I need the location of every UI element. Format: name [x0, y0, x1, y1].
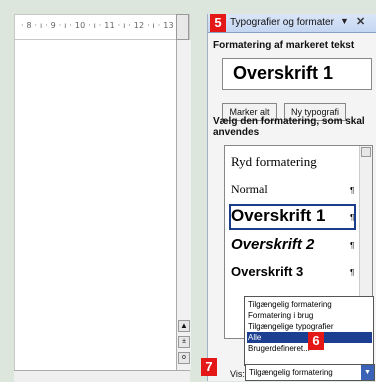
show-label: Vis: — [230, 369, 245, 379]
current-format-text: Overskrift 1 — [233, 63, 334, 83]
app-window: · 8 · ı · 9 · ı · 10 · ı · 11 · ı · 12 ·… — [0, 0, 376, 382]
list-scroll-up-icon[interactable] — [361, 147, 371, 157]
apply-format-heading: Vælg den formatering, som skal — [213, 116, 365, 127]
style-item-heading3[interactable]: Overskrift 3 — [231, 264, 303, 279]
chevron-down-icon[interactable]: ▼ — [361, 365, 374, 380]
callout-badge-5: 5 — [210, 14, 226, 32]
style-item-heading2[interactable]: Overskrift 2 — [231, 236, 314, 253]
prev-page-icon[interactable]: ± — [178, 336, 190, 348]
pane-menu-chevron-icon[interactable]: ▼ — [340, 16, 349, 26]
close-icon[interactable]: ✕ — [356, 15, 365, 28]
show-options-dropdown[interactable]: Tilgængelig formatering Formatering i br… — [244, 296, 374, 366]
browse-object-icon[interactable]: o — [178, 352, 190, 364]
ruler-scale: · 8 · ı · 9 · ı · 10 · ı · 11 · ı · 12 ·… — [21, 21, 185, 30]
pilcrow-icon: ¶ — [350, 241, 355, 250]
dropdown-option[interactable]: Tilgængelig formatering — [247, 299, 372, 310]
pilcrow-icon: ¶ — [350, 186, 355, 195]
pilcrow-icon: ¶ — [350, 213, 355, 222]
scroll-up-arrow-icon[interactable]: ▲ — [178, 320, 190, 332]
horizontal-ruler: · 8 · ı · 9 · ı · 10 · ı · 11 · ı · 12 ·… — [14, 14, 190, 40]
styles-task-pane: 5 Typografier og formater ▼ ✕ Formaterin… — [201, 14, 376, 381]
style-item-normal[interactable]: Normal — [231, 182, 268, 197]
pilcrow-icon: ¶ — [350, 268, 355, 277]
vertical-scrollbar[interactable]: ▲ ± o — [176, 40, 191, 370]
document-page[interactable] — [14, 40, 177, 370]
callout-badge-6: 6 — [308, 332, 324, 350]
ruler-corner-button[interactable] — [176, 14, 189, 40]
dropdown-option[interactable]: Formatering i brug — [247, 310, 372, 321]
selected-format-heading: Formatering af markeret tekst — [213, 40, 355, 51]
show-select-value: Tilgængelig formatering — [249, 368, 333, 377]
style-item-clear[interactable]: Ryd formatering — [231, 154, 317, 170]
show-select[interactable]: Tilgængelig formatering ▼ — [245, 364, 375, 381]
dropdown-option[interactable]: Tilgængelige typografier — [247, 321, 372, 332]
horizontal-scrollbar[interactable] — [14, 370, 190, 382]
current-format-box[interactable]: Overskrift 1 — [222, 58, 372, 90]
pane-title: Typografier og formater — [230, 17, 334, 28]
apply-format-heading-2: anvendes — [213, 127, 260, 138]
style-item-heading1[interactable]: Overskrift 1 — [231, 206, 326, 226]
pane-title-bar: 5 Typografier og formater ▼ ✕ — [208, 14, 376, 33]
callout-badge-7: 7 — [201, 358, 217, 376]
